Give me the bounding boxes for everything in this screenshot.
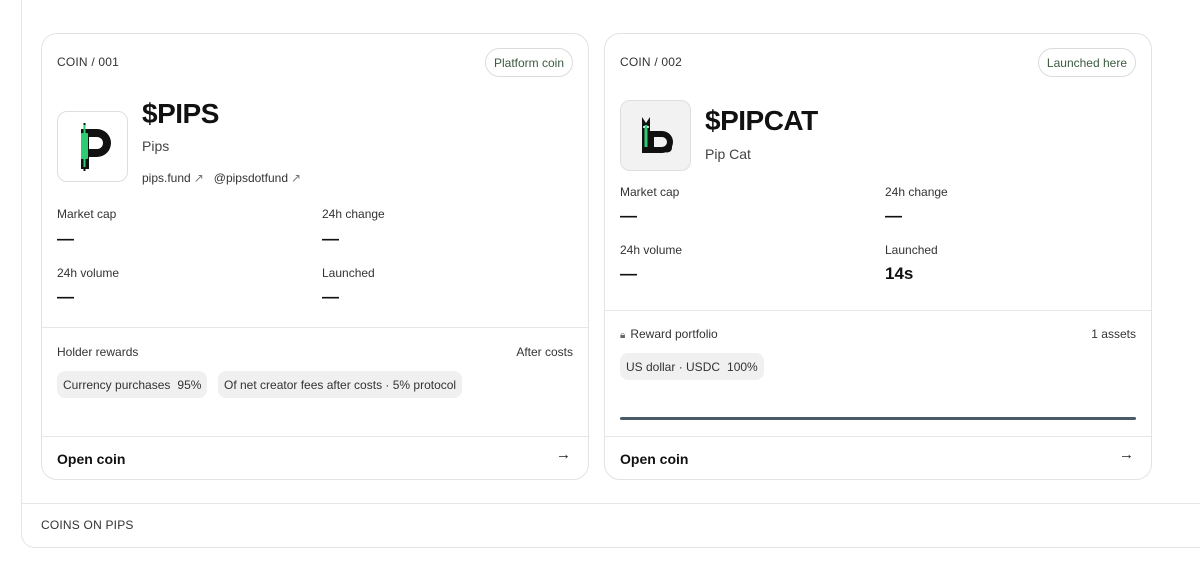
open-coin-button[interactable]: Open coin →: [42, 436, 588, 479]
divider: [42, 327, 588, 328]
pipcat-logo: [620, 100, 691, 171]
coin-card-pipcat: COIN / 002 Launched here $PIPCAT Pip Cat…: [604, 33, 1152, 480]
pips-logo: [57, 111, 128, 182]
allocation-bar-fill: [620, 417, 1136, 420]
divider: [605, 310, 1151, 311]
coins-on-pips-label: COINS ON PIPS: [41, 518, 134, 532]
change-label: 24h change: [885, 185, 948, 199]
launched-label: Launched: [322, 266, 375, 280]
launched-value: —: [322, 287, 339, 306]
market-cap-label: Market cap: [620, 185, 680, 199]
market-cap-value: —: [620, 206, 637, 225]
coin-number: COIN / 002: [620, 55, 683, 69]
launched-here-badge: Launched here: [1037, 48, 1136, 77]
arrow-right-icon: →: [1119, 446, 1134, 463]
arrow-right-icon: →: [556, 446, 571, 463]
coin-card-pips: COIN / 001 Platform coin $PIPS Pips pips…: [41, 33, 589, 480]
after-costs-label: After costs: [516, 345, 573, 359]
volume-label: 24h volume: [57, 266, 120, 280]
pip-cat-icon: [641, 116, 673, 153]
open-coin-button[interactable]: Open coin →: [605, 436, 1151, 479]
external-link-icon: ↗: [291, 171, 302, 185]
volume-value: —: [57, 287, 74, 306]
holder-rewards-title: Holder rewards: [57, 345, 139, 359]
change-value: —: [322, 229, 339, 248]
external-link-icon: ↗: [193, 171, 204, 185]
volume-label: 24h volume: [620, 243, 683, 257]
change-label: 24h change: [322, 207, 385, 221]
open-coin-label: Open coin: [620, 451, 689, 467]
open-coin-label: Open coin: [57, 451, 126, 467]
change-value: —: [885, 206, 902, 225]
platform-coin-badge: Platform coin: [484, 48, 573, 77]
reward-chip-usdc: US dollar · USDC 100%: [620, 353, 764, 380]
launched-value: 14s: [885, 264, 914, 283]
footer-divider: [22, 503, 1200, 504]
assets-count: 1 assets: [1091, 327, 1136, 341]
twitter-link[interactable]: @pipsdotfund ↗: [214, 171, 301, 185]
pips-candlestick-icon: [80, 122, 111, 171]
coin-ticker: $PIPS: [142, 98, 219, 129]
coin-number: COIN / 001: [57, 55, 120, 69]
coin-name: Pip Cat: [705, 146, 751, 162]
market-cap-value: —: [57, 229, 74, 248]
launched-label: Launched: [885, 243, 938, 257]
coin-ticker: $PIPCAT: [705, 105, 818, 136]
allocation-bar: [620, 417, 1136, 420]
coin-links: pips.fund ↗ @pipsdotfund ↗: [142, 171, 301, 185]
volume-value: —: [620, 264, 637, 283]
coin-name: Pips: [142, 138, 170, 154]
website-link[interactable]: pips.fund ↗: [142, 171, 204, 185]
reward-chip-currency: Currency purchases 95%: [57, 371, 208, 398]
lock-icon: 🔒︎: [620, 330, 626, 341]
market-cap-label: Market cap: [57, 207, 117, 221]
reward-portfolio-title: 🔒︎ Reward portfolio: [620, 327, 718, 341]
reward-chip-creator-fees: Of net creator fees after costs · 5% pro…: [218, 371, 463, 398]
